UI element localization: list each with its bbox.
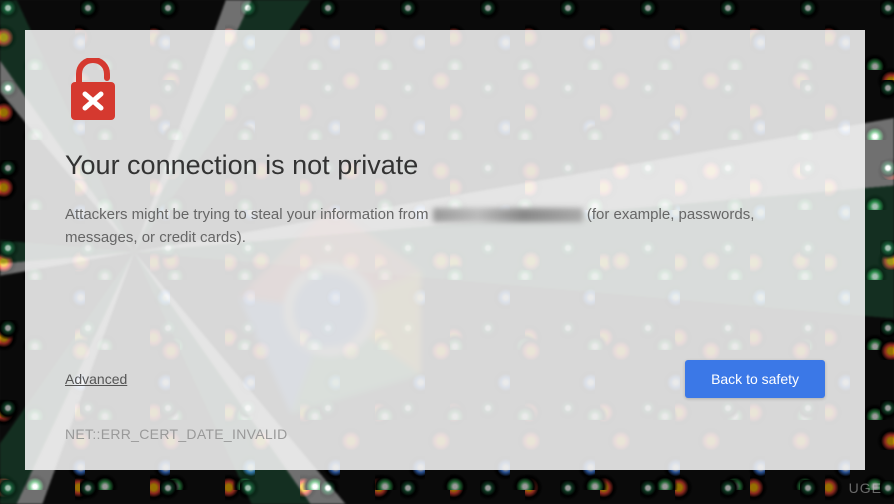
ssl-error-dialog: Your connection is not private Attackers…	[25, 30, 865, 470]
message-prefix: Attackers might be trying to steal your …	[65, 206, 433, 223]
error-heading: Your connection is not private	[65, 150, 825, 181]
error-code: NET::ERR_CERT_DATE_INVALID	[65, 426, 288, 442]
advanced-link[interactable]: Advanced	[65, 371, 127, 387]
redacted-domain	[433, 208, 583, 222]
error-message: Attackers might be trying to steal your …	[65, 203, 795, 250]
lock-broken-icon	[65, 58, 121, 122]
dialog-actions: Advanced Back to safety	[65, 360, 825, 398]
back-to-safety-button[interactable]: Back to safety	[685, 360, 825, 398]
watermark: UGE	[849, 480, 882, 496]
